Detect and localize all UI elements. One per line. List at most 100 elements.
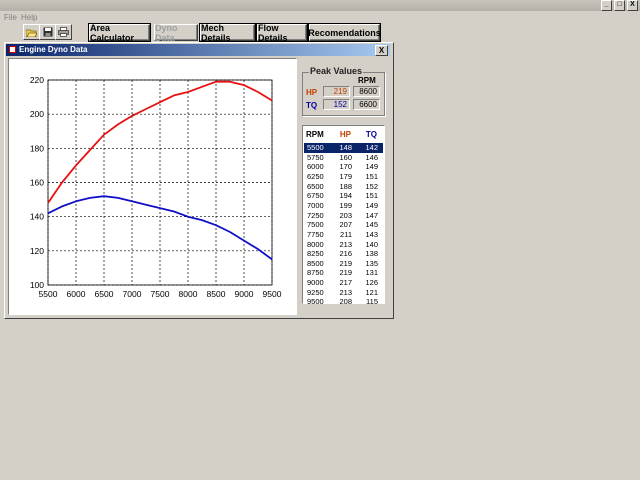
- tq-cell: 152: [365, 181, 378, 191]
- hp-cell: 179: [339, 171, 352, 181]
- col-tq-header: TQ: [365, 130, 377, 139]
- list-item[interactable]: 6250 179 151: [304, 172, 383, 182]
- rpm-cell: 6250: [307, 171, 324, 181]
- list-header: RPM HP TQ: [303, 130, 384, 140]
- hp-cell: 203: [339, 210, 352, 220]
- tq-cell: 151: [365, 171, 378, 181]
- tq-cell: 121: [365, 287, 378, 297]
- y-tick-label: 160: [30, 178, 44, 188]
- app-title-bar: _ □ X: [0, 0, 640, 11]
- x-tick-label: 7500: [151, 289, 170, 299]
- rpm-cell: 9500: [307, 297, 324, 307]
- list-item[interactable]: 7250 203 147: [304, 211, 383, 221]
- maximize-button[interactable]: □: [614, 0, 625, 11]
- list-item[interactable]: 7000 199 149: [304, 201, 383, 211]
- rpm-cell: 7000: [307, 200, 324, 210]
- list-item[interactable]: 6500 188 152: [304, 182, 383, 192]
- rpm-cell: 5500: [307, 143, 324, 152]
- y-tick-label: 120: [30, 246, 44, 256]
- col-rpm-header: RPM: [306, 130, 324, 139]
- rpm-cell: 7750: [307, 229, 324, 239]
- y-tick-label: 200: [30, 109, 44, 119]
- y-tick-label: 180: [30, 143, 44, 153]
- list-item[interactable]: 8750 219 131: [304, 268, 383, 278]
- list-item[interactable]: 8000 213 140: [304, 240, 383, 250]
- x-tick-label: 5500: [39, 289, 58, 299]
- rpm-cell: 7500: [307, 220, 324, 230]
- tq-cell: 115: [366, 297, 378, 307]
- rpm-cell: 9250: [307, 287, 324, 297]
- flow-details-button[interactable]: Flow Details: [257, 23, 307, 43]
- tq-cell: 138: [365, 249, 378, 259]
- tq-cell: 126: [365, 278, 378, 288]
- hp-cell: 211: [340, 229, 352, 239]
- rpm-cell: 8750: [307, 268, 324, 278]
- peak-tq-value: 152: [323, 99, 350, 110]
- dyno-chart-panel: 5500 6000 6500 7000 7500 8000 8500 9000 9500 100 1…: [8, 58, 297, 315]
- list-item[interactable]: 9000 217 126: [304, 278, 383, 288]
- toolbar: Area Calculator Dyno Data Mech Details F…: [0, 23, 640, 43]
- print-button[interactable]: [55, 24, 72, 40]
- rpm-cell: 7250: [307, 210, 324, 220]
- open-folder-icon: [26, 29, 37, 37]
- tq-cell: 146: [365, 152, 378, 162]
- mech-details-button[interactable]: Mech Details: [200, 23, 255, 43]
- rpm-cell: 8000: [307, 239, 324, 249]
- list-item[interactable]: 7500 207 145: [304, 220, 383, 230]
- dyno-data-button[interactable]: Dyno Data: [154, 23, 198, 43]
- list-item[interactable]: 7750 211 143: [304, 230, 383, 240]
- open-button[interactable]: [23, 24, 40, 40]
- peak-hp-label: HP: [306, 88, 318, 97]
- rpm-cell: 8250: [307, 249, 324, 259]
- peak-values-group: Peak Values RPM HP 219 8600 TQ 152 6600: [302, 66, 385, 116]
- hp-cell: 213: [339, 287, 352, 297]
- hp-cell: 170: [339, 162, 352, 172]
- hp-cell: 148: [339, 143, 352, 152]
- hp-cell: 188: [339, 181, 352, 191]
- hp-cell: 207: [339, 220, 352, 230]
- y-tick-label: 100: [30, 280, 44, 290]
- save-button[interactable]: [39, 24, 56, 40]
- list-item[interactable]: 8250 216 138: [304, 249, 383, 259]
- recommendations-button[interactable]: Recomendations: [308, 24, 381, 41]
- close-app-button[interactable]: X: [627, 0, 638, 11]
- engine-dyno-window: Engine Dyno Data X 5500 6000 6500 7000 7500 8…: [4, 42, 394, 319]
- rpm-cell: 6750: [307, 191, 324, 201]
- hp-cell: 216: [339, 249, 352, 259]
- hp-cell: 213: [339, 239, 352, 249]
- close-window-button[interactable]: X: [375, 45, 388, 56]
- dyno-chart: 5500 6000 6500 7000 7500 8000 8500 9000 9500 100 1…: [30, 75, 282, 299]
- list-item[interactable]: 6750 194 151: [304, 191, 383, 201]
- peak-hp-rpm: 8600: [353, 86, 380, 97]
- minimize-button[interactable]: _: [601, 0, 612, 11]
- peak-hp-value: 219: [323, 86, 350, 97]
- tq-cell: 131: [365, 268, 378, 278]
- window-controls: _ □ X: [601, 0, 638, 11]
- rpm-cell: 9000: [307, 278, 324, 288]
- peak-tq-rpm: 6600: [353, 99, 380, 110]
- x-tick-label: 9500: [263, 289, 282, 299]
- peak-values-title: Peak Values: [309, 66, 364, 76]
- tq-cell: 151: [365, 191, 378, 201]
- menu-file[interactable]: File: [4, 13, 17, 22]
- col-hp-header: HP: [339, 130, 351, 139]
- list-item[interactable]: 5750 160 146: [304, 153, 383, 163]
- list-item[interactable]: 5500 148 142: [304, 143, 383, 153]
- list-item[interactable]: 6000 170 149: [304, 162, 383, 172]
- dyno-data-list[interactable]: RPM HP TQ 5500 148 142 5750 160 146 6000 170 149…: [302, 125, 385, 307]
- menu-bar: File Help: [0, 12, 640, 23]
- x-tick-label: 8500: [207, 289, 226, 299]
- tq-cell: 143: [365, 229, 378, 239]
- hp-cell: 194: [339, 191, 352, 201]
- window-title: Engine Dyno Data: [19, 45, 88, 54]
- print-icon: [58, 27, 69, 37]
- list-item[interactable]: 8500 219 135: [304, 259, 383, 269]
- list-item[interactable]: 9250 213 121: [304, 288, 383, 298]
- tq-cell: 145: [365, 220, 378, 230]
- tq-cell: 147: [365, 210, 378, 220]
- menu-help[interactable]: Help: [21, 13, 37, 22]
- hp-cell: 219: [339, 258, 352, 268]
- list-item[interactable]: 9500 208 115: [304, 297, 383, 307]
- window-title-bar[interactable]: Engine Dyno Data X: [6, 44, 390, 56]
- area-calculator-button[interactable]: Area Calculator: [89, 23, 150, 43]
